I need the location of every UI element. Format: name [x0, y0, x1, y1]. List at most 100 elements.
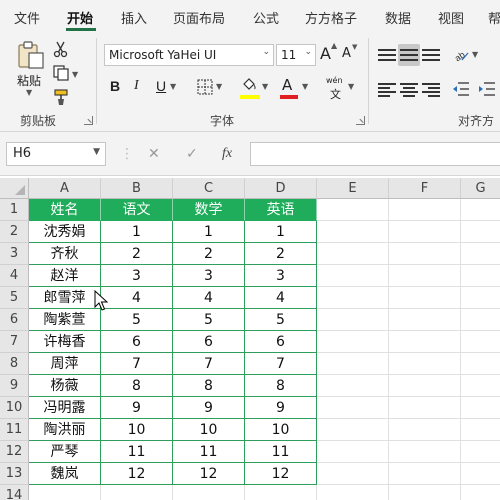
copy-dropdown-icon[interactable]: ▼	[72, 70, 78, 79]
table-cell[interactable]	[461, 441, 500, 463]
row-header-8[interactable]: 8	[0, 353, 29, 375]
table-cell[interactable]	[389, 265, 461, 287]
table-cell[interactable]: 1	[245, 221, 317, 243]
table-cell[interactable]: 4	[245, 287, 317, 309]
table-cell[interactable]	[317, 375, 389, 397]
bold-button[interactable]: B	[110, 78, 120, 94]
table-cell[interactable]	[389, 221, 461, 243]
table-cell[interactable]: 4	[101, 287, 173, 309]
table-cell[interactable]: 许梅香	[29, 331, 101, 353]
column-header-f[interactable]: F	[389, 178, 461, 199]
table-cell[interactable]: 1	[173, 221, 245, 243]
fill-color-dropdown-icon[interactable]: ▼	[262, 82, 268, 91]
row-header-6[interactable]: 6	[0, 309, 29, 331]
table-cell[interactable]	[389, 309, 461, 331]
tab-insert[interactable]: 插入	[121, 8, 147, 27]
phonetic-top-text[interactable]: wén	[326, 76, 343, 85]
italic-button[interactable]: I	[134, 78, 139, 94]
table-cell[interactable]	[317, 265, 389, 287]
table-cell[interactable]	[317, 485, 389, 500]
table-cell[interactable]: 赵洋	[29, 265, 101, 287]
table-cell[interactable]	[317, 397, 389, 419]
shrink-font-button[interactable]: A	[342, 46, 351, 61]
paste-icon[interactable]	[16, 40, 46, 70]
table-cell[interactable]: 6	[173, 331, 245, 353]
select-all-corner[interactable]	[0, 178, 29, 199]
table-cell[interactable]	[389, 199, 461, 221]
table-cell[interactable]	[461, 287, 500, 309]
table-cell[interactable]	[461, 309, 500, 331]
table-cell[interactable]	[461, 221, 500, 243]
font-size-combo[interactable]: 11 ⌄	[276, 44, 316, 66]
row-header-9[interactable]: 9	[0, 375, 29, 397]
table-cell[interactable]: 12	[101, 463, 173, 485]
row-header-2[interactable]: 2	[0, 221, 29, 243]
table-cell[interactable]: 4	[173, 287, 245, 309]
format-painter-icon[interactable]	[52, 88, 70, 106]
table-cell[interactable]	[317, 199, 389, 221]
table-cell[interactable]	[317, 331, 389, 353]
name-box[interactable]: H6 ▼	[6, 142, 106, 166]
table-cell[interactable]: 10	[101, 419, 173, 441]
table-cell[interactable]	[317, 419, 389, 441]
table-cell[interactable]: 7	[245, 353, 317, 375]
tab-formulas[interactable]: 公式	[253, 8, 279, 27]
table-cell[interactable]: 严琴	[29, 441, 101, 463]
table-cell[interactable]	[389, 353, 461, 375]
align-middle-icon[interactable]	[400, 48, 418, 62]
phonetic-bottom-text[interactable]: 文	[330, 86, 341, 102]
table-cell[interactable]	[389, 397, 461, 419]
table-cell[interactable]	[461, 419, 500, 441]
table-cell[interactable]: 7	[101, 353, 173, 375]
cancel-icon[interactable]: ✕	[148, 146, 160, 162]
phonetic-dropdown-icon[interactable]: ▼	[348, 82, 354, 91]
fill-color-icon[interactable]	[240, 76, 258, 94]
row-header-11[interactable]: 11	[0, 419, 29, 441]
copy-icon[interactable]	[52, 64, 70, 82]
column-header-g[interactable]: G	[461, 178, 500, 199]
paste-button[interactable]: 粘贴	[17, 72, 41, 89]
table-cell[interactable]	[101, 485, 173, 500]
table-cell[interactable]: 8	[245, 375, 317, 397]
tab-fangfang[interactable]: 方方格子	[305, 8, 357, 27]
table-cell[interactable]	[317, 441, 389, 463]
table-cell[interactable]: 2	[173, 243, 245, 265]
tab-data[interactable]: 数据	[385, 8, 411, 27]
table-cell[interactable]	[317, 463, 389, 485]
column-header-a[interactable]: A	[29, 178, 101, 199]
table-cell[interactable]: 11	[101, 441, 173, 463]
align-top-icon[interactable]	[378, 48, 396, 62]
table-cell[interactable]	[461, 265, 500, 287]
table-cell[interactable]	[389, 441, 461, 463]
orientation-dropdown-icon[interactable]: ▼	[472, 50, 478, 59]
table-cell[interactable]: 12	[173, 463, 245, 485]
tab-view[interactable]: 视图	[438, 8, 464, 27]
table-cell[interactable]: 3	[101, 265, 173, 287]
table-cell[interactable]: 10	[173, 419, 245, 441]
table-cell[interactable]: 5	[173, 309, 245, 331]
font-name-combo[interactable]: Microsoft YaHei UI ⌄	[104, 44, 274, 66]
table-cell[interactable]	[173, 485, 245, 500]
table-cell[interactable]: 齐秋	[29, 243, 101, 265]
orientation-icon[interactable]: ab	[452, 46, 470, 64]
table-cell[interactable]: 陶洪丽	[29, 419, 101, 441]
table-cell[interactable]: 2	[101, 243, 173, 265]
cut-icon[interactable]	[52, 40, 70, 58]
table-cell[interactable]	[317, 243, 389, 265]
row-header-14[interactable]: 14	[0, 485, 29, 500]
table-cell[interactable]	[461, 243, 500, 265]
column-header-b[interactable]: B	[101, 178, 173, 199]
row-header-12[interactable]: 12	[0, 441, 29, 463]
borders-icon[interactable]	[196, 78, 214, 96]
table-cell[interactable]	[389, 243, 461, 265]
table-cell[interactable]: 6	[245, 331, 317, 353]
table-cell[interactable]	[317, 287, 389, 309]
table-cell[interactable]: 11	[245, 441, 317, 463]
table-cell[interactable]: 8	[101, 375, 173, 397]
table-cell[interactable]	[29, 485, 101, 500]
table-cell[interactable]	[389, 287, 461, 309]
table-header-cell[interactable]: 英语	[245, 199, 317, 221]
table-cell[interactable]	[461, 397, 500, 419]
row-header-13[interactable]: 13	[0, 463, 29, 485]
align-bottom-icon[interactable]	[422, 48, 440, 62]
